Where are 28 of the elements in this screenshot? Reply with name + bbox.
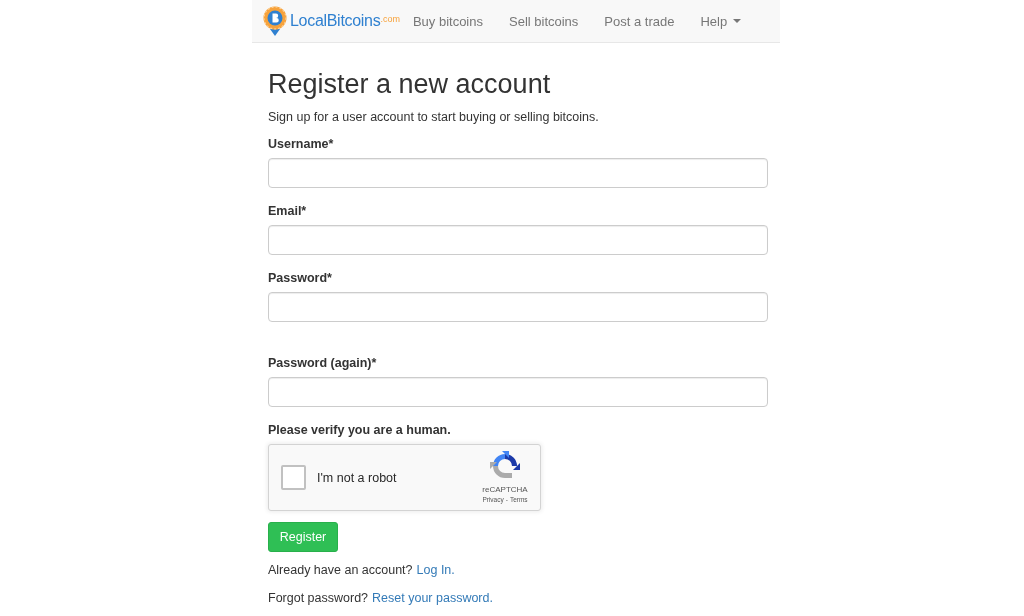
prompt-text: Already have an account? <box>268 562 413 579</box>
input-field[interactable] <box>268 377 768 407</box>
field-label: Password (again)* <box>268 355 378 372</box>
logo-pin-icon <box>262 5 288 37</box>
input-field[interactable] <box>268 158 768 188</box>
nav-dropdown[interactable]: Help <box>687 13 755 29</box>
captcha-checkbox[interactable] <box>281 465 306 490</box>
captcha-heading: Please verify you are a human. <box>268 422 452 439</box>
input-field[interactable] <box>268 292 768 322</box>
text-link[interactable]: Reset your password. <box>372 589 493 607</box>
caret-icon <box>733 19 742 23</box>
field-label: Password* <box>268 270 333 287</box>
captcha-brand: reCAPTCHA <box>482 485 528 495</box>
recaptcha-logo-icon <box>490 451 520 481</box>
register-button[interactable]: Register <box>268 522 338 552</box>
nav-link[interactable]: Post a trade <box>591 13 688 29</box>
prompt-text: Forgot password? <box>268 590 369 607</box>
field-label: Email* <box>268 203 308 220</box>
text-link[interactable]: Log In. <box>416 561 455 579</box>
nav-link[interactable]: Buy bitcoins <box>399 13 496 29</box>
captcha-label: I'm not a robot <box>317 470 398 485</box>
input-field[interactable] <box>268 225 768 255</box>
logo-name: LocalBitcoins <box>290 12 381 30</box>
nav-link[interactable]: Sell bitcoins <box>496 13 592 29</box>
page-title: Register a new account <box>268 68 552 101</box>
logo-suffix: .com <box>380 13 400 24</box>
page-subtitle: Sign up for a user account to start buying or selling bitcoins. <box>268 109 600 126</box>
field-label: Username* <box>268 136 335 153</box>
